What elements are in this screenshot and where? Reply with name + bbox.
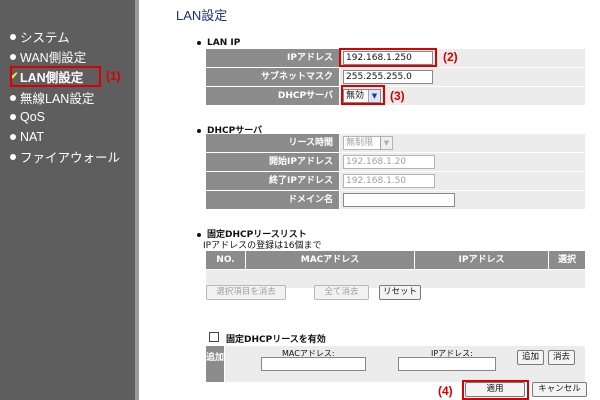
delete-all-button[interactable]: 全て消去 bbox=[314, 285, 369, 300]
domain-name-input[interactable] bbox=[343, 193, 455, 207]
end-ip-row: 終了IPアドレス 192.168.1.50 bbox=[206, 172, 585, 190]
add-row-label: 追加 bbox=[206, 346, 224, 382]
end-ip-cell: 192.168.1.50 bbox=[340, 172, 585, 190]
bullet-icon bbox=[197, 40, 201, 45]
domain-name-label: ドメイン名 bbox=[206, 191, 339, 209]
bullet-icon bbox=[197, 232, 201, 237]
sidebar: システム WAN側設定 ✔ LAN側設定 無線LAN設定 QoS NAT ファイ… bbox=[0, 0, 139, 400]
end-ip-label: 終了IPアドレス bbox=[206, 172, 339, 190]
start-ip-input[interactable]: 192.168.1.20 bbox=[343, 155, 435, 169]
sidebar-item-label: QoS bbox=[20, 109, 46, 124]
page-title: LAN設定 bbox=[176, 8, 228, 23]
domain-name-cell bbox=[340, 191, 585, 209]
column-header-mac: MACアドレス bbox=[246, 251, 414, 269]
column-header-select: 選択 bbox=[549, 251, 585, 269]
callout-3: (3) bbox=[390, 89, 405, 103]
lease-time-row: リース時間 無制限 ▼ bbox=[206, 134, 585, 152]
domain-name-row: ドメイン名 bbox=[206, 191, 585, 209]
lease-time-label: リース時間 bbox=[206, 134, 339, 152]
sidebar-item-label: 無線LAN設定 bbox=[20, 92, 95, 106]
callout-box-lan bbox=[10, 66, 101, 87]
start-ip-label: 開始IPアドレス bbox=[206, 153, 339, 171]
start-ip-cell: 192.168.1.20 bbox=[340, 153, 585, 171]
sidebar-item-nat[interactable]: NAT bbox=[10, 127, 44, 146]
sidebar-item-system[interactable]: システム bbox=[10, 27, 70, 46]
column-header-no: NO. bbox=[206, 251, 245, 269]
subnet-mask-input[interactable]: 255.255.255.0 bbox=[343, 70, 433, 84]
lease-time-select[interactable]: 無制限 ▼ bbox=[343, 136, 393, 150]
lease-time-cell: 無制限 ▼ bbox=[340, 134, 585, 152]
add-ip-input[interactable] bbox=[398, 357, 496, 371]
section-heading-text: LAN IP bbox=[207, 38, 241, 48]
reset-button[interactable]: リセット bbox=[379, 285, 421, 300]
lease-time-value: 無制限 bbox=[346, 138, 374, 148]
sidebar-item-wireless[interactable]: 無線LAN設定 bbox=[10, 88, 94, 107]
bullet-icon bbox=[10, 113, 16, 120]
callout-4: (4) bbox=[438, 384, 453, 398]
subnet-mask-cell: 255.255.255.0 bbox=[340, 68, 585, 86]
enable-fixed-dhcp-label: 固定DHCPリースを有効 bbox=[226, 335, 326, 345]
bullet-icon bbox=[197, 128, 201, 133]
apply-button[interactable]: 適用 bbox=[465, 382, 525, 397]
fixed-list-note: IPアドレスの登録は16個まで bbox=[203, 241, 322, 251]
bullet-icon bbox=[10, 133, 16, 140]
callout-1: (1) bbox=[106, 69, 121, 83]
column-header-ip: IPアドレス bbox=[415, 251, 548, 269]
start-ip-row: 開始IPアドレス 192.168.1.20 bbox=[206, 153, 585, 171]
chevron-down-icon: ▼ bbox=[380, 137, 392, 149]
dhcp-server-label: DHCPサーバ bbox=[206, 87, 339, 105]
subnet-mask-row: サブネットマスク 255.255.255.0 bbox=[206, 68, 585, 86]
bullet-icon bbox=[10, 94, 16, 101]
section-lan-ip-heading: LAN IP bbox=[197, 38, 240, 48]
ip-address-label: IPアドレス bbox=[206, 49, 339, 67]
sidebar-item-label: システム bbox=[20, 31, 70, 45]
callout-box-dhcp bbox=[341, 85, 385, 105]
sidebar-item-label: ファイアウォール bbox=[20, 151, 121, 165]
sidebar-item-label: NAT bbox=[20, 129, 45, 144]
bullet-icon bbox=[10, 153, 16, 160]
sidebar-item-wan[interactable]: WAN側設定 bbox=[10, 47, 86, 66]
callout-2: (2) bbox=[443, 50, 458, 64]
clear-button[interactable]: 消去 bbox=[548, 350, 575, 365]
sidebar-item-label: WAN側設定 bbox=[20, 51, 87, 65]
delete-selected-button[interactable]: 選択項目を消去 bbox=[206, 285, 286, 300]
sidebar-item-qos[interactable]: QoS bbox=[10, 107, 45, 126]
enable-fixed-dhcp-checkbox[interactable] bbox=[209, 332, 219, 342]
sidebar-item-firewall[interactable]: ファイアウォール bbox=[10, 147, 120, 166]
cancel-button[interactable]: キャンセル bbox=[532, 382, 587, 397]
add-mac-input[interactable] bbox=[261, 357, 366, 371]
end-ip-input[interactable]: 192.168.1.50 bbox=[343, 174, 435, 188]
add-button[interactable]: 追加 bbox=[517, 350, 544, 365]
callout-box-ip bbox=[339, 48, 437, 67]
bullet-icon bbox=[10, 53, 16, 60]
subnet-mask-label: サブネットマスク bbox=[206, 68, 339, 86]
bullet-icon bbox=[10, 33, 16, 40]
